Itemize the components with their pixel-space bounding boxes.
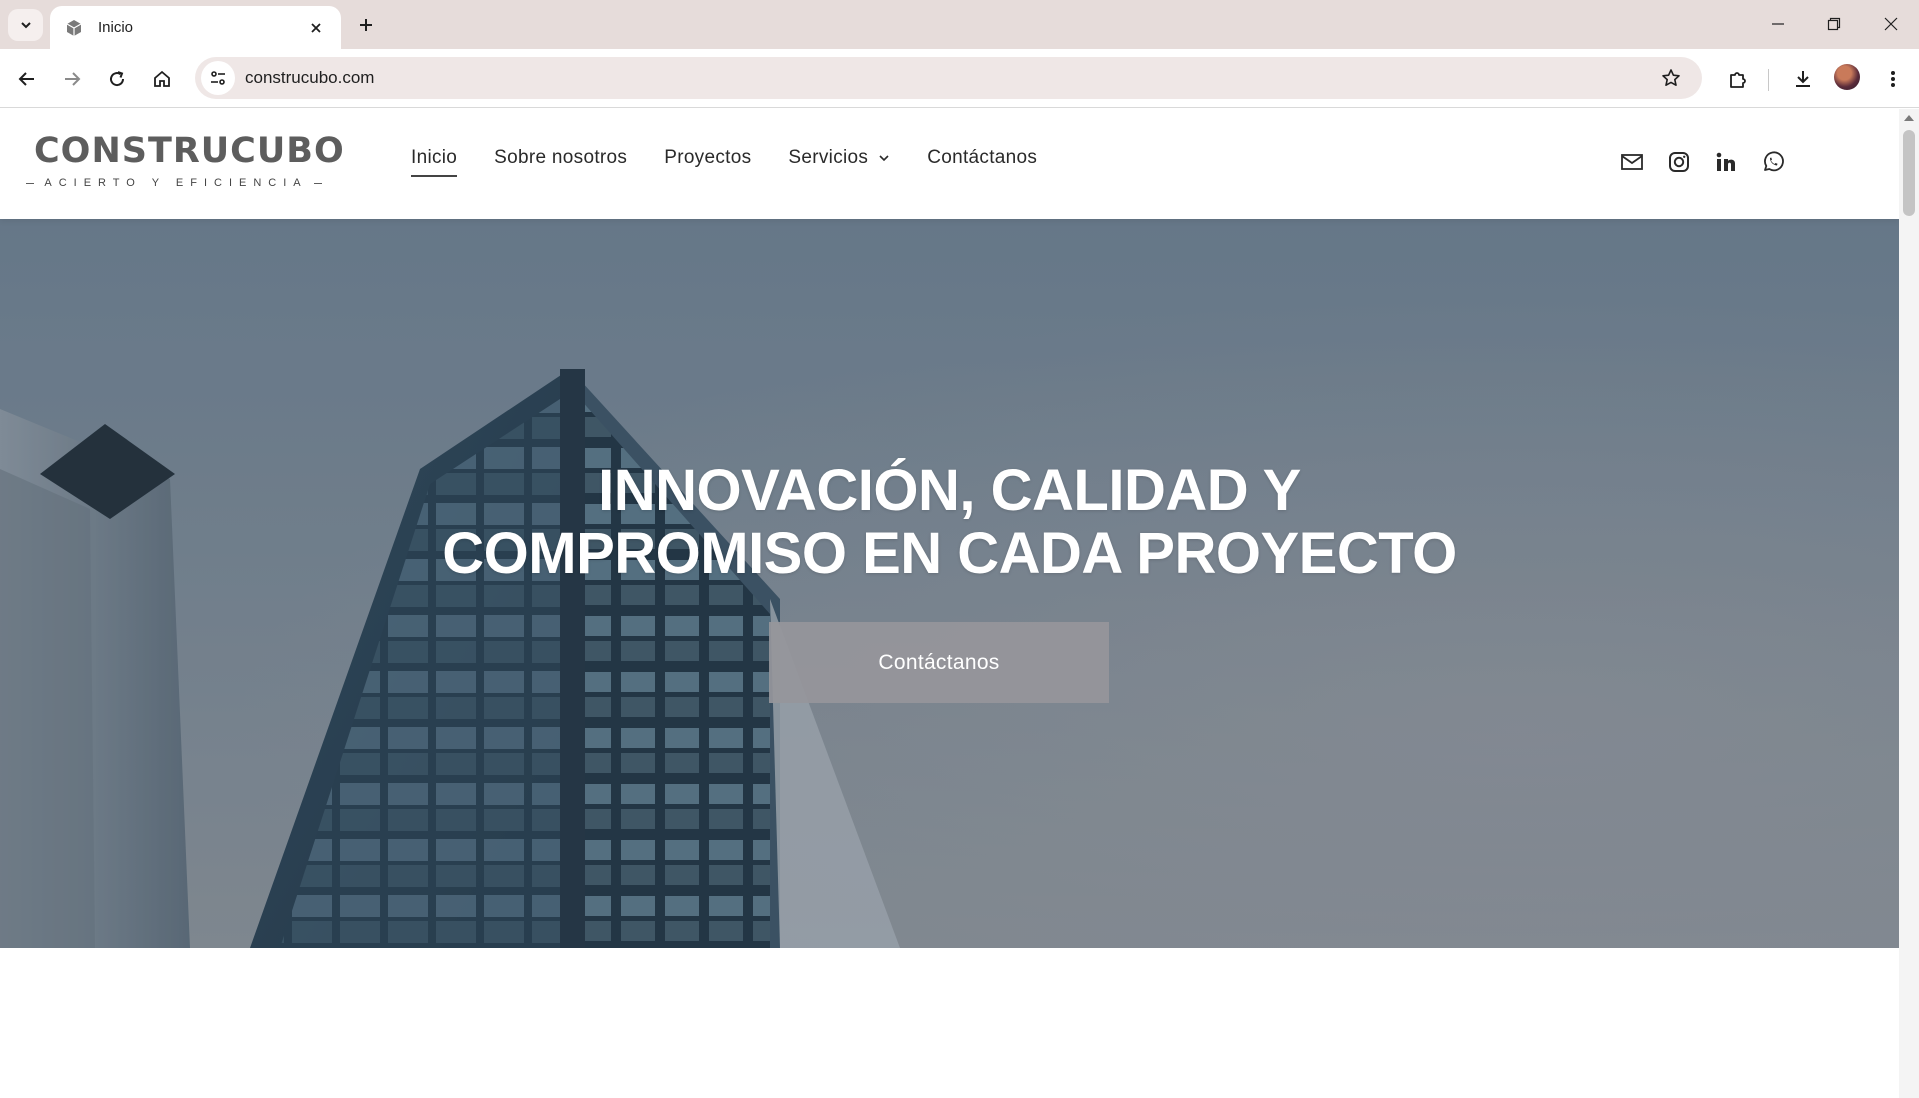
social-links	[1618, 148, 1806, 176]
more-vert-icon	[1891, 71, 1895, 87]
site-header: CONSTRUCUBO ACIERTO Y EFICIENCIA Inicio …	[0, 109, 1899, 219]
home-button[interactable]	[145, 62, 179, 96]
arrow-left-icon	[18, 72, 34, 86]
close-icon	[1884, 17, 1898, 31]
nav-proyectos[interactable]: Proyectos	[664, 147, 751, 169]
puzzle-icon	[1730, 72, 1746, 88]
hero-title-line-2: COMPROMISO EN CADA PROYECTO	[442, 521, 1457, 586]
close-window-button[interactable]	[1871, 10, 1911, 38]
tab-search-button[interactable]	[8, 9, 43, 41]
scroll-thumb[interactable]	[1903, 130, 1915, 216]
arrow-right-icon	[65, 72, 81, 86]
tab-title: Inicio	[98, 19, 134, 36]
browser-tab-active[interactable]: Inicio	[50, 6, 341, 49]
chevron-down-icon	[878, 152, 890, 164]
nav-inicio[interactable]: Inicio	[411, 147, 458, 177]
toolbar-divider	[1768, 69, 1769, 91]
main-nav: Inicio Sobre nosotros Proyectos Servicio…	[411, 147, 1074, 177]
downloads-button[interactable]	[1786, 62, 1820, 96]
restore-button[interactable]	[1814, 10, 1854, 38]
scroll-up-arrow-icon[interactable]	[1904, 115, 1914, 121]
extensions-button[interactable]	[1721, 62, 1755, 96]
nav-servicios[interactable]: Servicios	[788, 147, 890, 169]
whatsapp-icon[interactable]	[1759, 148, 1787, 176]
logo-rule-left	[26, 182, 35, 184]
hero-title-line-1: INNOVACIÓN, CALIDAD Y	[598, 458, 1301, 523]
site-logo[interactable]: CONSTRUCUBO ACIERTO Y EFICIENCIA	[26, 131, 344, 191]
nav-sobre-nosotros[interactable]: Sobre nosotros	[494, 147, 627, 169]
cube-favicon-icon	[64, 18, 84, 38]
chevron-down-icon	[20, 22, 31, 29]
logo-wordmark: CONSTRUCUBO	[34, 131, 345, 171]
browser-menu-button[interactable]	[1876, 62, 1910, 96]
download-icon	[1796, 71, 1810, 87]
hero-section: INNOVACIÓN, CALIDAD Y COMPROMISO EN CADA…	[0, 219, 1899, 948]
address-bar[interactable]: construcubo.com	[195, 57, 1702, 99]
linkedin-icon[interactable]	[1712, 148, 1740, 176]
minimize-button[interactable]	[1758, 10, 1798, 38]
forward-button[interactable]	[55, 62, 89, 96]
reload-button[interactable]	[100, 62, 134, 96]
reload-icon	[110, 71, 125, 87]
nav-servicios-label: Servicios	[788, 147, 869, 168]
browser-toolbar: construcubo.com	[0, 49, 1919, 108]
plus-icon	[360, 19, 372, 31]
tab-close-icon[interactable]	[305, 17, 327, 39]
logo-tagline-row: ACIERTO Y EFICIENCIA	[26, 176, 322, 190]
profile-avatar[interactable]	[1834, 64, 1860, 90]
url-text[interactable]: construcubo.com	[245, 68, 1654, 88]
site-info-icon[interactable]	[201, 61, 235, 95]
restore-icon	[1827, 17, 1841, 31]
new-tab-button[interactable]	[352, 11, 380, 39]
page-viewport: CONSTRUCUBO ACIERTO Y EFICIENCIA Inicio …	[0, 109, 1899, 1098]
minimize-icon	[1772, 23, 1784, 25]
mail-icon[interactable]	[1618, 148, 1646, 176]
instagram-icon[interactable]	[1665, 148, 1693, 176]
hero-title: INNOVACIÓN, CALIDAD Y COMPROMISO EN CADA…	[0, 459, 1899, 585]
logo-tagline: ACIERTO Y EFICIENCIA	[44, 177, 308, 189]
nav-contactanos[interactable]: Contáctanos	[927, 147, 1037, 169]
back-button[interactable]	[10, 62, 44, 96]
page-scrollbar[interactable]	[1899, 109, 1919, 1098]
home-icon	[154, 70, 170, 87]
tab-strip: Inicio	[0, 0, 1919, 49]
bookmark-star-icon[interactable]	[1654, 61, 1688, 95]
logo-rule-right	[313, 182, 322, 184]
hero-contact-button[interactable]: Contáctanos	[769, 622, 1109, 703]
